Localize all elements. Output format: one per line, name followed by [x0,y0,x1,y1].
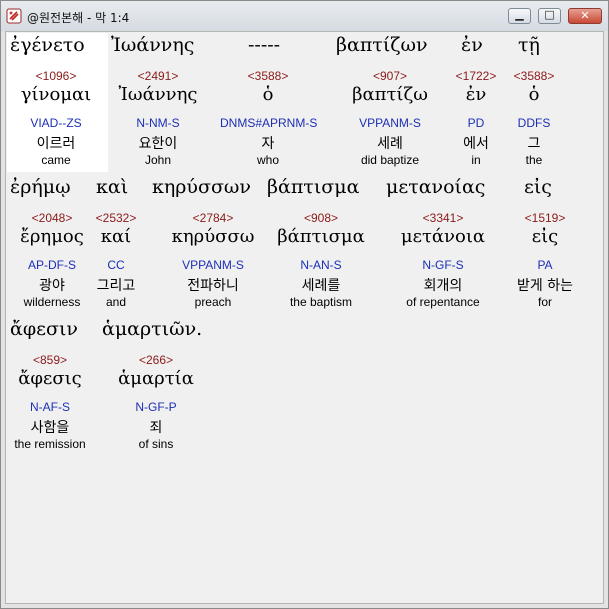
minimize-button[interactable]: ▁ [508,8,531,24]
word-column[interactable]: ἁμαρτιῶν. <266> ἁμαρτία N-GF-P 죄 of sins [6,318,603,458]
minimize-icon: ▁ [515,8,524,21]
strong-number: <3588> [513,69,555,83]
close-button[interactable]: ✕ [568,8,602,24]
word-column[interactable]: εἰς <1519> εἰς PA 받게 하는 for [6,176,603,316]
interlinear-pane[interactable]: ἐγένετο <1096> γίνομαι VIAD--ZS 이르러 came Ἰωάνν… [5,31,604,604]
close-icon: ✕ [580,9,590,22]
strong-number: <1519> [524,211,566,225]
lemma-word: ἁμαρτία [118,368,194,389]
bible-app-icon [6,8,22,24]
parsing-code: PA [537,258,553,272]
korean-gloss: 그 [527,136,541,152]
english-gloss: the [525,153,543,167]
greek-word: ἁμαρτιῶν. [102,318,203,340]
window-title: @원전본해 - 막 1:4 [27,11,130,25]
app-window: @원전본해 - 막 1:4 ▁ □ ✕ ἐγένετο <1096> γίνομαι… [0,0,609,609]
maximize-icon: □ [544,8,555,21]
parsing-code: DDFS [517,116,551,130]
greek-word: εἰς [524,176,552,198]
korean-gloss: 죄 [149,420,163,436]
english-gloss: for [537,295,552,309]
lemma-word: εἰς [531,226,559,247]
title-bar[interactable]: @원전본해 - 막 1:4 ▁ □ ✕ [1,1,608,31]
word-column[interactable]: τῇ <3588> ὁ DDFS 그 the [6,34,603,174]
maximize-button[interactable]: □ [538,8,561,24]
lemma-word: ὁ [528,84,540,105]
korean-gloss: 받게 하는 [517,278,573,294]
english-gloss: of sins [138,437,174,451]
strong-number: <266> [138,353,174,367]
greek-word: τῇ [518,34,540,56]
parsing-code: N-GF-P [135,400,177,414]
